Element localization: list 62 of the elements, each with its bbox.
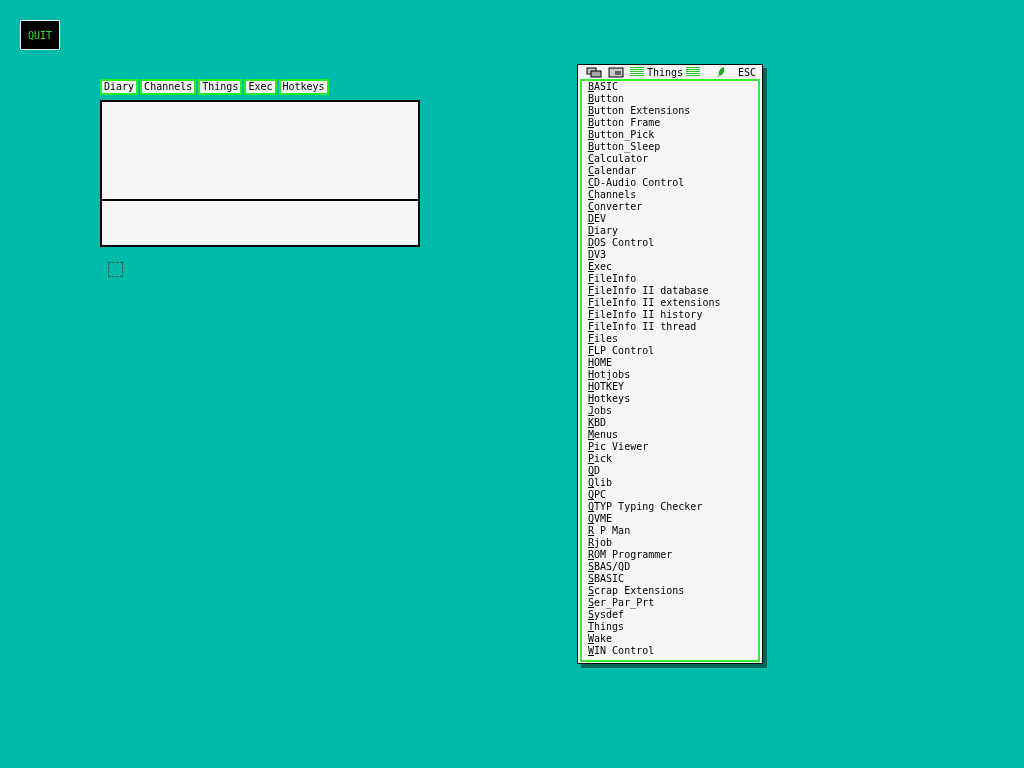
- list-item[interactable]: Rjob: [588, 537, 758, 549]
- list-item[interactable]: Qlib: [588, 477, 758, 489]
- list-item[interactable]: HOME: [588, 357, 758, 369]
- quit-button[interactable]: QUIT: [20, 20, 60, 50]
- list-item[interactable]: Pick: [588, 453, 758, 465]
- list-item[interactable]: DEV: [588, 213, 758, 225]
- list-item[interactable]: FileInfo II thread: [588, 321, 758, 333]
- list-item[interactable]: SBASIC: [588, 573, 758, 585]
- list-item[interactable]: SBAS/QD: [588, 561, 758, 573]
- list-item[interactable]: Button Extensions: [588, 105, 758, 117]
- list-item[interactable]: Wake: [588, 633, 758, 645]
- list-item[interactable]: QD: [588, 465, 758, 477]
- list-item[interactable]: FileInfo: [588, 273, 758, 285]
- stripes-icon: [630, 67, 644, 77]
- list-item[interactable]: CD-Audio Control: [588, 177, 758, 189]
- list-item[interactable]: Ser_Par_Prt: [588, 597, 758, 609]
- list-item[interactable]: R P Man: [588, 525, 758, 537]
- list-item[interactable]: FileInfo II extensions: [588, 297, 758, 309]
- list-item[interactable]: Button_Sleep: [588, 141, 758, 153]
- tab[interactable]: Hotkeys: [278, 79, 329, 95]
- list-item[interactable]: FileInfo II history: [588, 309, 758, 321]
- windows-icon[interactable]: [586, 66, 602, 78]
- feather-icon[interactable]: [715, 66, 726, 78]
- dashed-square-icon[interactable]: [108, 262, 123, 277]
- list-item[interactable]: ROM Programmer: [588, 549, 758, 561]
- list-item[interactable]: Things: [588, 621, 758, 633]
- list-item[interactable]: QVME: [588, 513, 758, 525]
- list-item[interactable]: Button Frame: [588, 117, 758, 129]
- list-item[interactable]: Sysdef: [588, 609, 758, 621]
- window-title: Things: [647, 66, 684, 78]
- list-item[interactable]: Converter: [588, 201, 758, 213]
- list-item[interactable]: QTYP Typing Checker: [588, 501, 758, 513]
- list-item[interactable]: Diary: [588, 225, 758, 237]
- list-item[interactable]: QPC: [588, 489, 758, 501]
- esc-button[interactable]: ESC: [731, 66, 758, 78]
- list-item[interactable]: Hotjobs: [588, 369, 758, 381]
- list-item[interactable]: Files: [588, 333, 758, 345]
- list-item[interactable]: DOS Control: [588, 237, 758, 249]
- list-item[interactable]: Calculator: [588, 153, 758, 165]
- stripes-icon: [686, 67, 701, 77]
- list-item[interactable]: Exec: [588, 261, 758, 273]
- list-item[interactable]: DV3: [588, 249, 758, 261]
- tab[interactable]: Channels: [140, 79, 197, 95]
- list-item[interactable]: KBD: [588, 417, 758, 429]
- list-item[interactable]: Jobs: [588, 405, 758, 417]
- tab[interactable]: Exec: [244, 79, 277, 95]
- list-item[interactable]: Calendar: [588, 165, 758, 177]
- list-item[interactable]: Scrap Extensions: [588, 585, 758, 597]
- list-item[interactable]: FLP Control: [588, 345, 758, 357]
- list-item[interactable]: Pic Viewer: [588, 441, 758, 453]
- list-item[interactable]: BASIC: [588, 81, 758, 93]
- tab[interactable]: Things: [198, 79, 243, 95]
- list-item[interactable]: FileInfo II database: [588, 285, 758, 297]
- list-item[interactable]: Hotkeys: [588, 393, 758, 405]
- list-item[interactable]: Button_Pick: [588, 129, 758, 141]
- window-icon[interactable]: [608, 66, 624, 78]
- list-item[interactable]: HOTKEY: [588, 381, 758, 393]
- list-item[interactable]: WIN Control: [588, 645, 758, 657]
- list-item[interactable]: Menus: [588, 429, 758, 441]
- list-item[interactable]: Channels: [588, 189, 758, 201]
- list-item[interactable]: Button: [588, 93, 758, 105]
- tab[interactable]: Diary: [100, 79, 139, 95]
